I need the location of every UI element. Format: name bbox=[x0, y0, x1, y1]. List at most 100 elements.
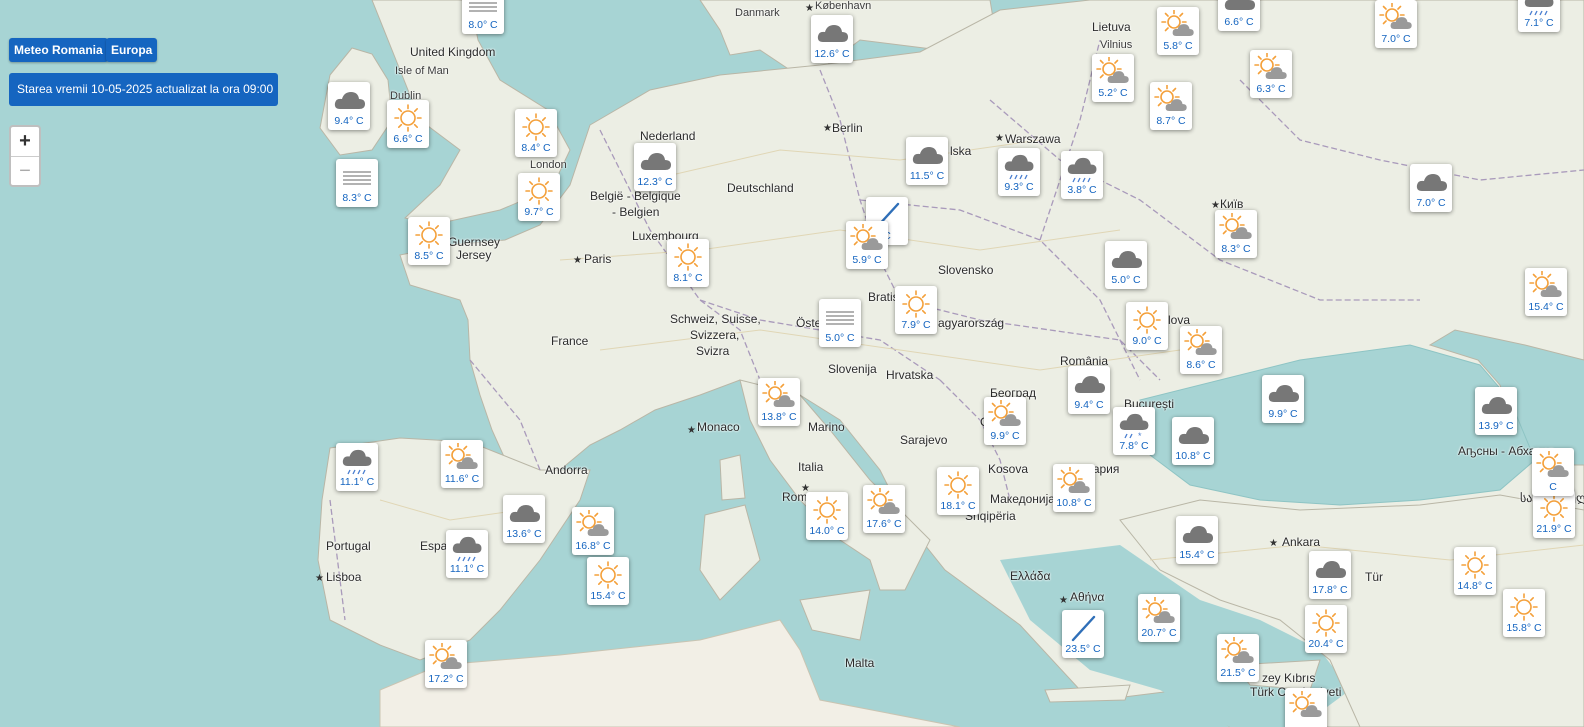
europe-map[interactable]: Danmark København Lietuva Vilnius United… bbox=[0, 0, 1584, 727]
marker-andalucia[interactable]: 17.2° C bbox=[425, 640, 467, 688]
marker-wien[interactable]: 5.0° C bbox=[819, 299, 861, 347]
cloudy-icon bbox=[1182, 526, 1213, 543]
marker-russia-ne[interactable]: 7.1° C bbox=[1518, 0, 1560, 32]
marker-istanbul[interactable]: 15.4° C bbox=[1176, 516, 1218, 564]
marker-russia-central[interactable]: 7.0° C bbox=[1410, 164, 1452, 212]
fog-icon bbox=[343, 171, 371, 185]
label-jersey: Jersey bbox=[456, 248, 492, 262]
marker-london[interactable]: 9.7° C bbox=[518, 173, 560, 221]
temperature-label: 6.6° C bbox=[1224, 16, 1254, 28]
marker-kyiv[interactable]: 8.3° C bbox=[1215, 210, 1257, 258]
label-lietuva: Lietuva bbox=[1092, 20, 1131, 34]
marker-polska-west[interactable]: 11.5° C bbox=[906, 137, 948, 185]
marker-roma[interactable]: 14.0° C bbox=[806, 492, 848, 540]
label-ankara: Ankara bbox=[1282, 535, 1321, 549]
marker-krasnodar[interactable]: 13.9° C bbox=[1475, 387, 1517, 435]
temperature-label: 5.0° C bbox=[1111, 274, 1141, 286]
label-danmark: Danmark bbox=[735, 7, 780, 19]
rain-icon bbox=[1524, 0, 1554, 16]
marker-moldova[interactable]: 9.0° C bbox=[1126, 302, 1168, 350]
marker-amsterdam[interactable]: 12.3° C bbox=[634, 143, 676, 191]
marker-sardinia[interactable]: 15.4° C bbox=[587, 557, 629, 605]
marker-beograd[interactable]: 9.9° C bbox=[984, 397, 1026, 445]
label-magyarorszag: agyarország bbox=[938, 316, 1005, 330]
marker-belarus-north[interactable]: 6.3° C bbox=[1250, 50, 1292, 98]
temperature-label: 21.5° C bbox=[1220, 667, 1256, 679]
marker-czech[interactable]: 5.9° C bbox=[846, 221, 888, 269]
temperature-label: 11.1° C bbox=[339, 476, 375, 488]
marker-ireland-west[interactable]: 9.4° C bbox=[328, 82, 370, 130]
marker-warszawa[interactable]: 9.3° C bbox=[998, 148, 1040, 196]
marker-constanta[interactable]: 10.8° C bbox=[1172, 417, 1214, 465]
label-schweiz-3: Svizra bbox=[696, 344, 730, 358]
zoom-out-button[interactable]: − bbox=[11, 157, 39, 186]
europa-button[interactable]: Europa bbox=[106, 38, 158, 62]
marker-cyprus-south[interactable] bbox=[1285, 688, 1327, 727]
marker-burgos[interactable]: 11.6° C bbox=[441, 440, 483, 488]
marker-moskva[interactable]: 7.0° C bbox=[1375, 0, 1417, 48]
marker-kobenhavn[interactable]: 12.6° C bbox=[811, 15, 853, 63]
temperature-label: 17.6° C bbox=[866, 518, 902, 530]
marker-athina[interactable]: 23.5° C bbox=[1062, 610, 1104, 658]
sun-cloud-icon bbox=[1221, 637, 1254, 663]
marker-izmir[interactable]: 20.7° C bbox=[1138, 594, 1180, 642]
marker-luxembourg[interactable]: 8.1° C bbox=[667, 239, 709, 287]
marker-black-sea[interactable]: 9.9° C bbox=[1262, 375, 1304, 423]
meteo-romania-button[interactable]: Meteo Romania bbox=[9, 38, 108, 62]
marker-odessa[interactable]: 8.6° C bbox=[1180, 326, 1222, 374]
label-moldova: lova bbox=[1168, 313, 1191, 327]
cloudy-icon bbox=[1416, 174, 1447, 191]
marker-minsk[interactable]: 8.7° C bbox=[1150, 82, 1192, 130]
marker-sardinia-north[interactable]: 16.8° C bbox=[572, 507, 614, 555]
marker-vilnius[interactable]: 5.2° C bbox=[1092, 54, 1134, 102]
temperature-label: 16.8° C bbox=[575, 540, 611, 552]
temperature-label: 5.0° C bbox=[825, 332, 855, 344]
marker-turkey-central[interactable]: 17.8° C bbox=[1309, 551, 1351, 599]
fog-icon bbox=[469, 2, 497, 12]
marker-russia-south[interactable]: 15.4° C bbox=[1525, 268, 1567, 316]
sunny-icon bbox=[1510, 593, 1538, 621]
marker-latvia[interactable]: 6.6° C bbox=[1218, 0, 1260, 31]
marker-galicia[interactable]: 11.1° C bbox=[336, 443, 378, 491]
sun-cloud-icon bbox=[1142, 597, 1175, 623]
marker-turkey-east[interactable]: 14.8° C bbox=[1454, 547, 1496, 595]
marker-bari[interactable]: 17.6° C bbox=[863, 485, 905, 533]
marker-madrid[interactable]: 11.1° C bbox=[446, 530, 488, 578]
marker-caucasus[interactable]: C bbox=[1532, 448, 1574, 496]
temperature-label: 8.5° C bbox=[414, 250, 444, 262]
zoom-in-button[interactable]: + bbox=[11, 127, 39, 157]
sun-cloud-icon bbox=[1536, 451, 1569, 477]
marker-ireland-south[interactable]: 8.3° C bbox=[336, 159, 378, 207]
marker-georgia[interactable]: 21.9° C bbox=[1533, 490, 1575, 538]
marker-antalya[interactable]: 20.4° C bbox=[1305, 605, 1347, 653]
label-schweiz-1: Schweiz, Suisse, bbox=[670, 312, 761, 326]
marker-dublin[interactable]: 6.6° C bbox=[387, 100, 429, 148]
label-makedonija: Македонија bbox=[990, 492, 1055, 506]
svg-text:*: * bbox=[1138, 431, 1142, 440]
marker-uk-midlands[interactable]: 8.4° C bbox=[515, 109, 557, 157]
label-united-kingdom: United Kingdom bbox=[410, 45, 496, 59]
cloudy-icon bbox=[1178, 427, 1209, 444]
marker-venezia[interactable]: 13.8° C bbox=[758, 378, 800, 426]
temperature-label: 14.8° C bbox=[1457, 580, 1493, 592]
marker-romania[interactable]: 9.4° C bbox=[1068, 366, 1110, 414]
marker-sofia[interactable]: 10.8° C bbox=[1053, 464, 1095, 512]
wind-icon bbox=[1071, 615, 1096, 642]
marker-turkey-se[interactable]: 15.8° C bbox=[1503, 589, 1545, 637]
marker-lietuva-north[interactable]: 5.8° C bbox=[1157, 7, 1199, 55]
marker-cyprus[interactable]: 21.5° C bbox=[1217, 634, 1259, 682]
temperature-label: 7.0° C bbox=[1381, 33, 1411, 45]
sunny-icon bbox=[415, 221, 443, 249]
marker-north-sea-top[interactable]: 8.0° C bbox=[462, 0, 504, 34]
marker-budapest[interactable]: 7.9° C bbox=[895, 286, 937, 334]
marker-ukraine-west[interactable]: 5.0° C bbox=[1105, 241, 1147, 289]
marker-brittany[interactable]: 8.5° C bbox=[408, 217, 450, 265]
marker-albania[interactable]: 18.1° C bbox=[937, 467, 979, 515]
sunny-icon bbox=[522, 113, 550, 141]
sun-cloud-icon bbox=[1154, 85, 1187, 111]
temperature-label: 7.8° C bbox=[1119, 440, 1149, 452]
marker-belarus-south[interactable]: 3.8° C bbox=[1061, 151, 1103, 199]
marker-barcelona[interactable]: 13.6° C bbox=[503, 495, 545, 543]
marker-bucuresti[interactable]: * 7.8° C bbox=[1113, 407, 1155, 455]
cloudy-icon bbox=[1268, 385, 1299, 402]
